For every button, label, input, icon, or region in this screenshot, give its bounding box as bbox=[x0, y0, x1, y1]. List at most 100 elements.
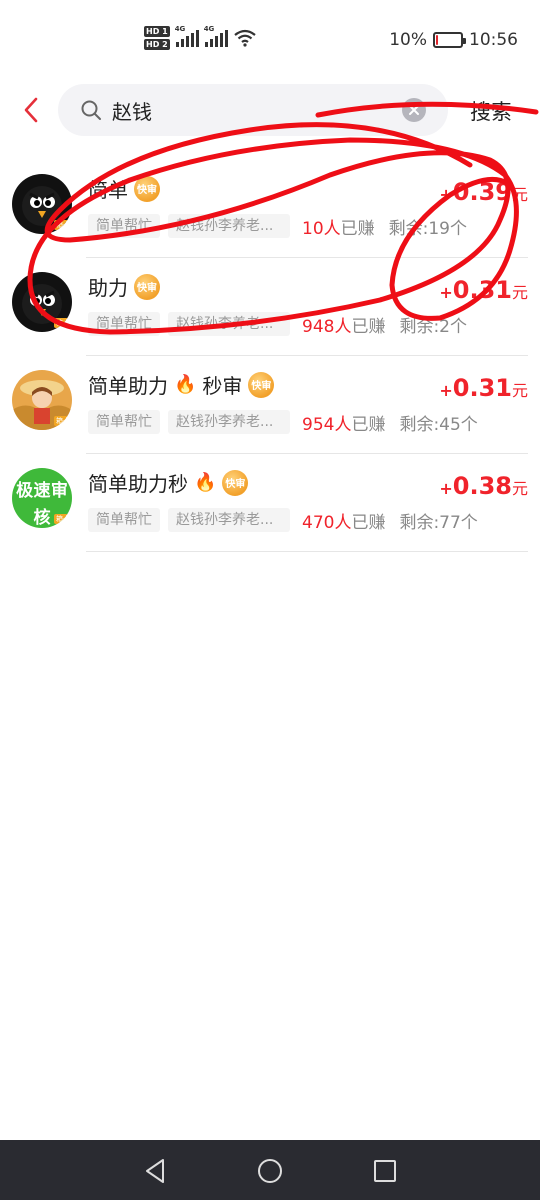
battery-level bbox=[436, 35, 438, 45]
task-row[interactable]: 箱卡 助力 快审 + 0.31 元 简单帮忙 赵钱孙李养老... 948人已赚 … bbox=[0, 258, 540, 356]
task-title: 助力 bbox=[88, 276, 128, 300]
task-title: 简单助力 bbox=[88, 374, 168, 398]
earned-label: 已赚 bbox=[340, 218, 375, 239]
task-title-line: 简单 快审 bbox=[88, 174, 160, 203]
avatar-badge: 箱卡 bbox=[54, 220, 72, 230]
search-bar[interactable]: 赵钱 bbox=[58, 84, 448, 136]
hd1-indicator: HD 1 bbox=[144, 26, 170, 37]
task-meta: 简单帮忙 赵钱孙李养老... 948人已赚 剩余:2个 bbox=[88, 312, 467, 337]
earned-count: 954人已赚 bbox=[302, 410, 385, 435]
avatar-badge: 箱卡 bbox=[54, 318, 72, 328]
price-value: 0.31 bbox=[452, 374, 512, 402]
avatar-badge: 箱卡 bbox=[54, 416, 72, 426]
earned-number: 10人 bbox=[302, 218, 341, 239]
avatar-char: 审 bbox=[50, 481, 68, 501]
search-input[interactable]: 赵钱 bbox=[112, 96, 402, 125]
cellular-signal-2-icon: 4G bbox=[204, 25, 228, 47]
fire-icon: 🔥 bbox=[194, 472, 217, 493]
task-meta: 简单帮忙 赵钱孙李养老... 954人已赚 剩余:45个 bbox=[88, 410, 478, 435]
hd-indicators: HD 1 HD 2 bbox=[144, 26, 170, 50]
avatar: 箱卡 bbox=[12, 174, 72, 234]
avatar: 箱卡 bbox=[12, 272, 72, 332]
task-tag: 赵钱孙李养老... bbox=[168, 410, 290, 434]
task-tag: 简单帮忙 bbox=[88, 410, 160, 434]
clock: 10:56 bbox=[469, 30, 518, 50]
clear-button[interactable] bbox=[402, 98, 426, 122]
earned-count: 10人已赚 bbox=[302, 214, 375, 239]
network-type-2: 4G bbox=[203, 25, 215, 33]
earned-label: 已赚 bbox=[351, 414, 386, 435]
avatar-badge: 箱卡 bbox=[54, 514, 72, 524]
remaining-count: 剩余:2个 bbox=[399, 316, 467, 337]
task-meta: 简单帮忙 赵钱孙李养老... 10人已赚 剩余:19个 bbox=[88, 214, 467, 239]
price-value: 0.38 bbox=[452, 472, 512, 500]
task-reward: + 0.39 元 bbox=[439, 178, 528, 206]
fast-review-badge: 快审 bbox=[134, 175, 160, 202]
earned-number: 948人 bbox=[302, 316, 352, 337]
task-title: 简单助力秒 bbox=[88, 472, 188, 496]
fire-icon: 🔥 bbox=[174, 374, 197, 395]
square-recents-icon bbox=[374, 1160, 396, 1182]
task-title-line: 助力 快审 bbox=[88, 272, 160, 301]
nav-back-button[interactable] bbox=[140, 1156, 170, 1186]
nav-recents-button[interactable] bbox=[370, 1156, 400, 1186]
magnifier-icon bbox=[81, 100, 101, 120]
avatar-char: 核 bbox=[33, 508, 51, 528]
remaining-count: 剩余:77个 bbox=[399, 512, 478, 533]
task-reward: + 0.31 元 bbox=[439, 374, 528, 402]
task-tag: 简单帮忙 bbox=[88, 312, 160, 336]
price-unit: 元 bbox=[511, 185, 528, 204]
price-value: 0.31 bbox=[452, 276, 512, 304]
wifi-icon bbox=[234, 29, 256, 47]
price-prefix: + bbox=[439, 185, 453, 204]
triangle-back-icon bbox=[146, 1159, 164, 1183]
status-right: 10% 10:56 bbox=[389, 30, 518, 50]
price-unit: 元 bbox=[511, 479, 528, 498]
task-tag: 简单帮忙 bbox=[88, 508, 160, 532]
cellular-signal-1-icon: 4G bbox=[175, 25, 199, 47]
earned-number: 470人 bbox=[302, 512, 352, 533]
task-tag: 赵钱孙李养老... bbox=[168, 312, 290, 336]
task-row[interactable]: 箱卡 简单 快审 + 0.39 元 简单帮忙 赵钱孙李养老... 10人已赚 剩… bbox=[0, 160, 540, 258]
task-row[interactable]: 极 速 审 核 箱卡 简单助力秒 🔥 快审 + 0.38 元 简单帮忙 赵钱孙李… bbox=[0, 454, 540, 552]
divider bbox=[86, 551, 528, 552]
search-submit-button[interactable]: 搜索 bbox=[470, 96, 512, 126]
task-title-suffix: 秒审 bbox=[202, 374, 243, 398]
earned-label: 已赚 bbox=[351, 316, 386, 337]
signal-indicators: HD 1 HD 2 4G 4G bbox=[144, 25, 256, 50]
network-type-1: 4G bbox=[174, 25, 186, 33]
task-meta: 简单帮忙 赵钱孙李养老... 470人已赚 剩余:77个 bbox=[88, 508, 478, 533]
fast-review-badge: 快审 bbox=[222, 469, 249, 496]
task-tag: 赵钱孙李养老... bbox=[168, 214, 290, 238]
price-value: 0.39 bbox=[452, 178, 512, 206]
price-prefix: + bbox=[439, 381, 453, 400]
remaining-count: 剩余:19个 bbox=[388, 218, 467, 239]
back-button[interactable] bbox=[16, 94, 46, 126]
avatar-char: 速 bbox=[33, 481, 51, 501]
price-prefix: + bbox=[439, 283, 453, 302]
circle-home-icon bbox=[258, 1159, 282, 1183]
nav-home-button[interactable] bbox=[255, 1156, 285, 1186]
task-title-line: 简单助力 🔥 秒审 快审 bbox=[88, 370, 275, 399]
battery-percent: 10% bbox=[389, 30, 427, 50]
earned-label: 已赚 bbox=[351, 512, 386, 533]
task-list: 箱卡 简单 快审 + 0.39 元 简单帮忙 赵钱孙李养老... 10人已赚 剩… bbox=[0, 160, 540, 552]
task-row[interactable]: 箱卡 简单助力 🔥 秒审 快审 + 0.31 元 简单帮忙 赵钱孙李养老... … bbox=[0, 356, 540, 454]
price-prefix: + bbox=[439, 479, 453, 498]
avatar: 箱卡 bbox=[12, 370, 72, 430]
task-title-line: 简单助力秒 🔥 快审 bbox=[88, 468, 249, 497]
fast-review-badge: 快审 bbox=[248, 371, 275, 398]
earned-count: 948人已赚 bbox=[302, 312, 385, 337]
task-reward: + 0.31 元 bbox=[439, 276, 528, 304]
fast-review-badge: 快审 bbox=[134, 273, 160, 300]
task-tag: 简单帮忙 bbox=[88, 214, 160, 238]
hd2-indicator: HD 2 bbox=[144, 39, 170, 50]
earned-number: 954人 bbox=[302, 414, 352, 435]
battery-icon bbox=[433, 32, 466, 48]
chevron-left-icon bbox=[24, 97, 38, 123]
task-tag: 赵钱孙李养老... bbox=[168, 508, 290, 532]
status-bar: HD 1 HD 2 4G 4G 10% 10:56 bbox=[0, 0, 540, 80]
avatar-char: 极 bbox=[16, 481, 34, 501]
task-reward: + 0.38 元 bbox=[439, 472, 528, 500]
clear-x-icon bbox=[409, 105, 419, 115]
